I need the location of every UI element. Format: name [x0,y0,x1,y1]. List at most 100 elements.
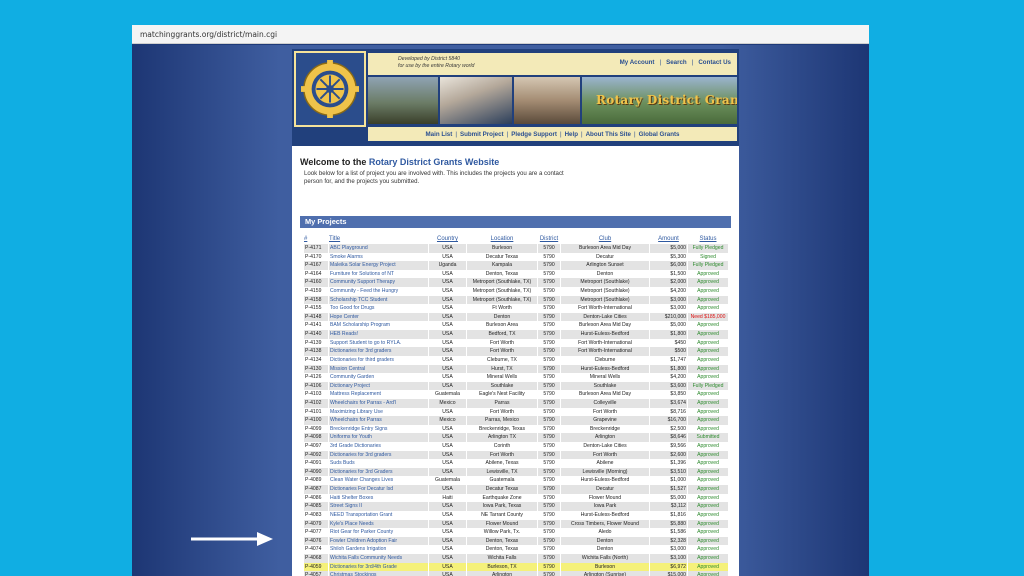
project-title-link[interactable]: Dictionaries for 3rd graders [329,347,428,356]
contact-us-link[interactable]: Contact Us [698,59,731,66]
col-header-title[interactable]: Title [329,234,428,244]
project-title-link[interactable]: Maximizing Library Use [329,407,428,417]
project-country: Guatemala [429,390,466,399]
project-title-link[interactable]: Wheelchairs for Parras [329,416,428,425]
project-title-link[interactable]: Dictionary Project [329,381,428,391]
project-title-link[interactable]: ABC Playground [329,244,428,253]
project-title-link[interactable]: Kyle's Place Needs [329,519,428,529]
col-header-district[interactable]: District [538,234,560,244]
project-amount: $1,800 [650,330,687,339]
table-row: P-4098 Uniforms for Youth USA Arlington TX 5… [304,433,728,443]
col-header-country[interactable]: Country [429,234,466,244]
project-title-link[interactable]: Dictionaries for 3rd Graders [329,467,428,477]
project-title-link[interactable]: Haiti Shelter Boxes [329,493,428,503]
project-title-link[interactable]: NEED Transportation Grant [329,510,428,520]
project-club: Hurst-Euless-Bedford [561,510,649,520]
address-bar[interactable]: matchinggrants.org/district/main.cgi [132,25,869,44]
nav-pledge-support[interactable]: Pledge Support [511,131,557,138]
search-link[interactable]: Search [666,59,687,66]
project-location: Burleson, TX [467,562,537,572]
project-title-link[interactable]: Breckenridge Entry Signs [329,424,428,434]
project-title-link[interactable]: Dictionaries For Decatur Isd [329,485,428,494]
project-title-link[interactable]: Community Garden [329,373,428,382]
project-amount: $5,880 [650,519,687,529]
project-title-link[interactable]: 3rd Grade Dictionaries [329,442,428,451]
project-district: 5790 [538,244,560,253]
project-title-link[interactable]: BAM Scholarship Program [329,321,428,331]
rotary-logo[interactable] [294,51,366,127]
project-country: USA [429,562,466,572]
nav-main-list[interactable]: Main List [426,131,453,138]
project-title-link[interactable]: Fowler Children Adoption Fair [329,536,428,546]
project-title-link[interactable]: Uniforms for Youth [329,433,428,443]
url-text[interactable]: matchinggrants.org/district/main.cgi [140,30,277,39]
project-title-link[interactable]: Community Support Therapy [329,278,428,288]
table-row: P-4139 Support Student to go to RYLA. USA F… [304,338,728,348]
project-country: USA [429,519,466,529]
project-title-link[interactable]: Shiloh Gardens Irrigation [329,545,428,554]
project-location: Fort Worth [467,347,537,356]
project-title-link[interactable]: Christmas Stockings [329,571,428,576]
project-title-link[interactable]: Wheelchairs for Parras - Ard'l [329,398,428,408]
table-row: P-4101 Maximizing Library Use USA Fort Wort… [304,407,728,417]
project-district: 5790 [538,381,560,391]
project-title-link[interactable]: Dictionaries for third graders [329,355,428,365]
header-photo-strip: Rotary District Grants [368,77,737,124]
project-country: USA [429,252,466,262]
project-district: 5790 [538,407,560,417]
project-amount: $3,000 [650,304,687,313]
col-header-location[interactable]: Location [467,234,537,244]
project-title-link[interactable]: Dictionaries for 3rd graders [329,450,428,460]
project-title-link[interactable]: Dictionaries for 3rd/4th Grade [329,562,428,572]
project-title-link[interactable]: Suds Buds [329,459,428,468]
project-district: 5790 [538,493,560,503]
project-club: Burleson Area Mid Day [561,390,649,399]
project-title-link[interactable]: Mission Central [329,364,428,374]
project-title-link[interactable]: HEB Reads! [329,330,428,339]
project-title-link[interactable]: Community - Feed the Hungry [329,287,428,296]
project-district: 5790 [538,536,560,546]
project-title-link[interactable]: Maleika Solar Energy Project [329,261,428,270]
my-account-link[interactable]: My Account [620,59,655,66]
project-title-link[interactable]: Support Student to go to RYLA. [329,338,428,348]
project-country: USA [429,510,466,520]
col-header-club[interactable]: Club [561,234,649,244]
project-status: Approved [688,269,728,279]
project-club: Metroport (Southlake) [561,287,649,296]
project-title-link[interactable]: Wichita Falls Community Needs [329,553,428,563]
col-header-number[interactable]: # [304,234,328,244]
col-header-status[interactable]: Status [688,234,728,244]
project-location: Earthquake Zone [467,493,537,503]
project-title-link[interactable]: Scholarship TCC Student [329,295,428,305]
project-club: Southlake [561,381,649,391]
project-title-link[interactable]: Smoke Alarms [329,252,428,262]
project-title-link[interactable]: Clean Water Changes Lives [329,476,428,486]
project-title-link[interactable]: Hope Center [329,312,428,322]
project-number: P-4098 [304,433,328,443]
nav-global-grants[interactable]: Global Grants [639,131,680,138]
project-country: USA [429,295,466,305]
project-country: USA [429,442,466,451]
project-country: USA [429,364,466,374]
project-country: USA [429,355,466,365]
nav-about[interactable]: About This Site [586,131,631,138]
project-district: 5790 [538,467,560,477]
project-title-link[interactable]: Mattress Replacement [329,390,428,399]
project-number: P-4148 [304,312,328,322]
project-country: USA [429,485,466,494]
project-status: Approved [688,545,728,554]
project-title-link[interactable]: Furniture for Solutions of NT [329,269,428,279]
project-title-link[interactable]: Street Signs II [329,502,428,511]
project-title-link[interactable]: Riot Gear for Parker County [329,528,428,537]
col-header-amount[interactable]: Amount [650,234,687,244]
nav-submit-project[interactable]: Submit Project [460,131,504,138]
project-amount: $3,510 [650,467,687,477]
project-status: Approved [688,407,728,417]
project-country: USA [429,545,466,554]
project-club: Mineral Wells [561,373,649,382]
nav-help[interactable]: Help [565,131,578,138]
project-country: USA [429,381,466,391]
project-status: Approved [688,571,728,576]
project-club: Hurst-Euless-Bedford [561,330,649,339]
project-title-link[interactable]: Too Good for Drugs [329,304,428,313]
